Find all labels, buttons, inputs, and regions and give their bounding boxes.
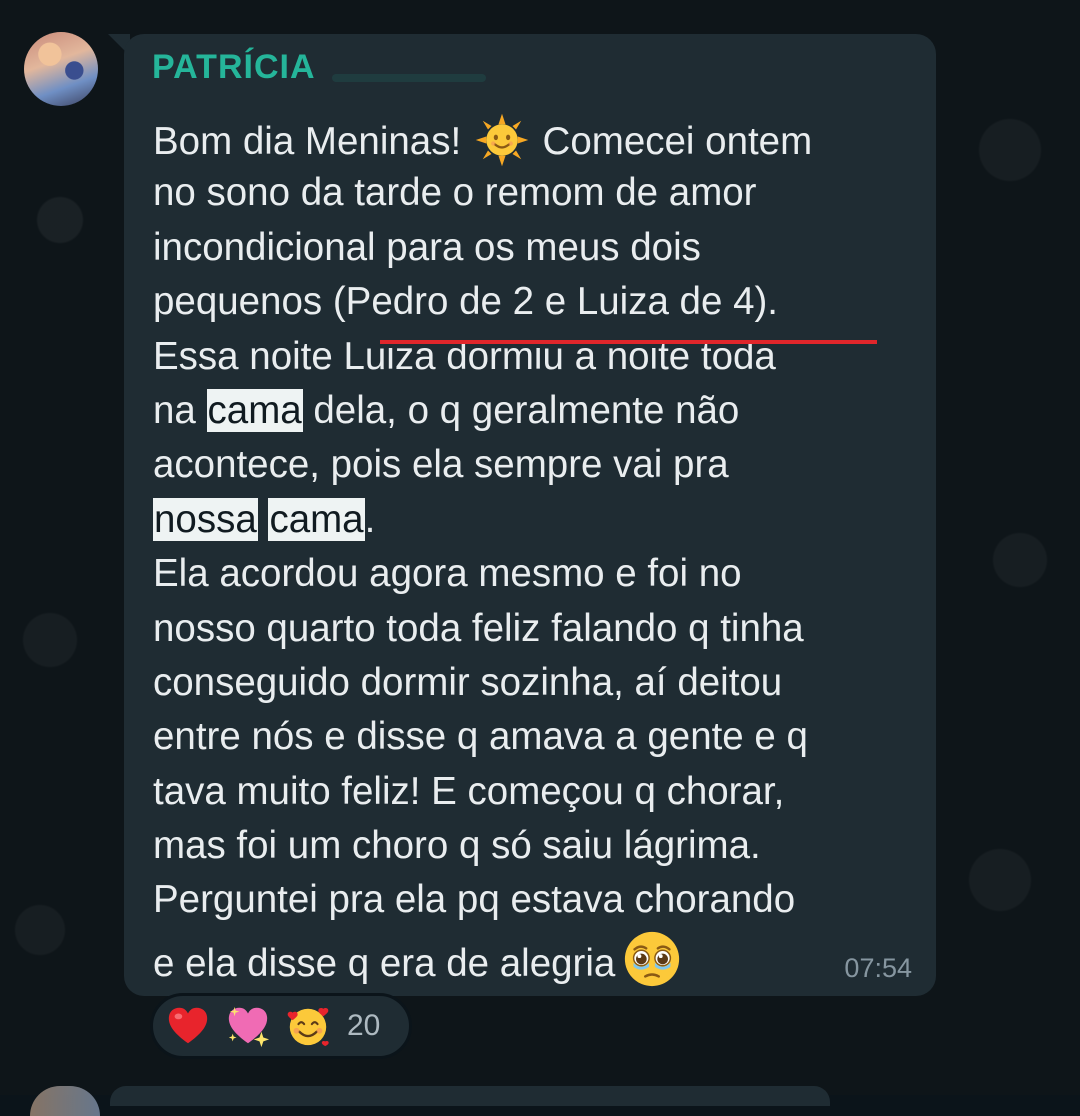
- sender-avatar[interactable]: [24, 32, 98, 106]
- sender-name[interactable]: PATRÍCIA: [152, 48, 316, 87]
- next-message-bubble: [110, 1086, 830, 1106]
- reactions-bar[interactable]: 20: [150, 993, 412, 1059]
- search-highlight: cama: [206, 388, 303, 432]
- message-line: Ela acordou agora mesmo e foi no: [153, 552, 742, 596]
- message-line: e ela disse q era de alegria: [153, 928, 923, 986]
- reaction-count: 20: [347, 1009, 381, 1042]
- message-text: Bom dia Meninas! Comecei ontem no sono d…: [153, 112, 923, 986]
- message-line: na cama dela, o q geralmente não: [153, 388, 740, 432]
- message-line: no sono da tarde o remom de amor: [153, 171, 757, 215]
- smiling-face-with-hearts-icon: [287, 1007, 329, 1047]
- message-line: Perguntei pra ela pq estava chorando: [153, 878, 796, 922]
- search-highlight: cama: [268, 497, 365, 541]
- message-line: conseguido dormir sozinha, aí deitou: [153, 660, 783, 704]
- message-bubble[interactable]: PATRÍCIA Bom dia Meninas! Comecei ontem …: [124, 34, 936, 996]
- message-line: nosso quarto toda feliz falando q tinha: [153, 606, 804, 650]
- message-line: mas foi um choro q só saiu lágrima.: [153, 824, 761, 868]
- message-line: entre nós e disse q amava a gente e q: [153, 715, 808, 759]
- message-line: nossa cama.: [153, 497, 376, 541]
- message-line: acontece, pois ela sempre vai pra: [153, 443, 729, 487]
- message-line: tava muito feliz! E começou q chorar,: [153, 769, 785, 813]
- sender-phone-redacted: [332, 74, 486, 82]
- message-line: Essa noite Luiza dormiu a noite toda: [153, 334, 776, 378]
- sparkling-heart-icon: [228, 1006, 270, 1048]
- face-holding-back-tears-icon: [625, 931, 680, 986]
- search-highlight: nossa: [153, 497, 258, 541]
- red-heart-icon: [168, 1007, 208, 1044]
- red-annotation-underline: [380, 340, 877, 344]
- message-line: pequenos (Pedro de 2 e Luiza de 4).: [153, 280, 779, 324]
- message-line: Bom dia Meninas! Comecei ontem: [153, 112, 923, 167]
- message-line: incondicional para os meus dois: [153, 225, 701, 269]
- sun-with-face-icon: [475, 113, 529, 167]
- message-timestamp: 07:54: [844, 953, 912, 983]
